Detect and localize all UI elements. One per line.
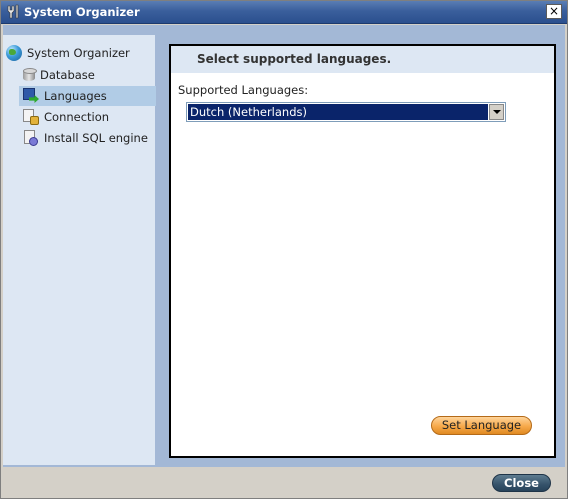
sidebar-item-label: Languages (44, 89, 107, 103)
title-bar[interactable]: System Organizer × (1, 1, 567, 24)
sidebar-item-label: Connection (44, 110, 110, 124)
sidebar-root-label: System Organizer (27, 46, 130, 60)
sidebar: System Organizer Database Languages Conn… (3, 35, 156, 465)
languages-icon (23, 88, 39, 104)
close-button[interactable]: Close (492, 474, 551, 492)
sidebar-item-install-sql-engine[interactable]: Install SQL engine (19, 128, 156, 148)
sidebar-item-database[interactable]: Database (19, 65, 156, 85)
sidebar-item-connection[interactable]: Connection (19, 107, 156, 127)
selected-language-value: Dutch (Netherlands) (188, 104, 488, 120)
globe-icon (6, 45, 22, 61)
database-icon (23, 68, 37, 82)
sidebar-root-system-organizer[interactable]: System Organizer (6, 44, 130, 62)
chevron-down-icon[interactable] (489, 104, 504, 120)
set-language-button[interactable]: Set Language (431, 416, 532, 435)
connection-icon (23, 109, 39, 125)
supported-languages-label: Supported Languages: (178, 83, 309, 97)
supported-languages-select[interactable]: Dutch (Netherlands) (186, 102, 506, 122)
panel-title: Select supported languages. (197, 52, 392, 66)
sidebar-item-label: Install SQL engine (44, 131, 148, 145)
sidebar-item-label: Database (40, 68, 95, 82)
panel-header: Select supported languages. (171, 46, 554, 73)
tools-icon (5, 4, 21, 20)
window-title: System Organizer (24, 5, 140, 19)
system-organizer-window: System Organizer × System Organizer Data… (0, 0, 568, 499)
sidebar-item-languages[interactable]: Languages (19, 86, 156, 106)
close-icon[interactable]: × (546, 4, 562, 19)
footer-bar: Close (3, 467, 565, 498)
install-sql-icon (23, 130, 39, 146)
languages-panel: Select supported languages. Supported La… (169, 44, 556, 458)
